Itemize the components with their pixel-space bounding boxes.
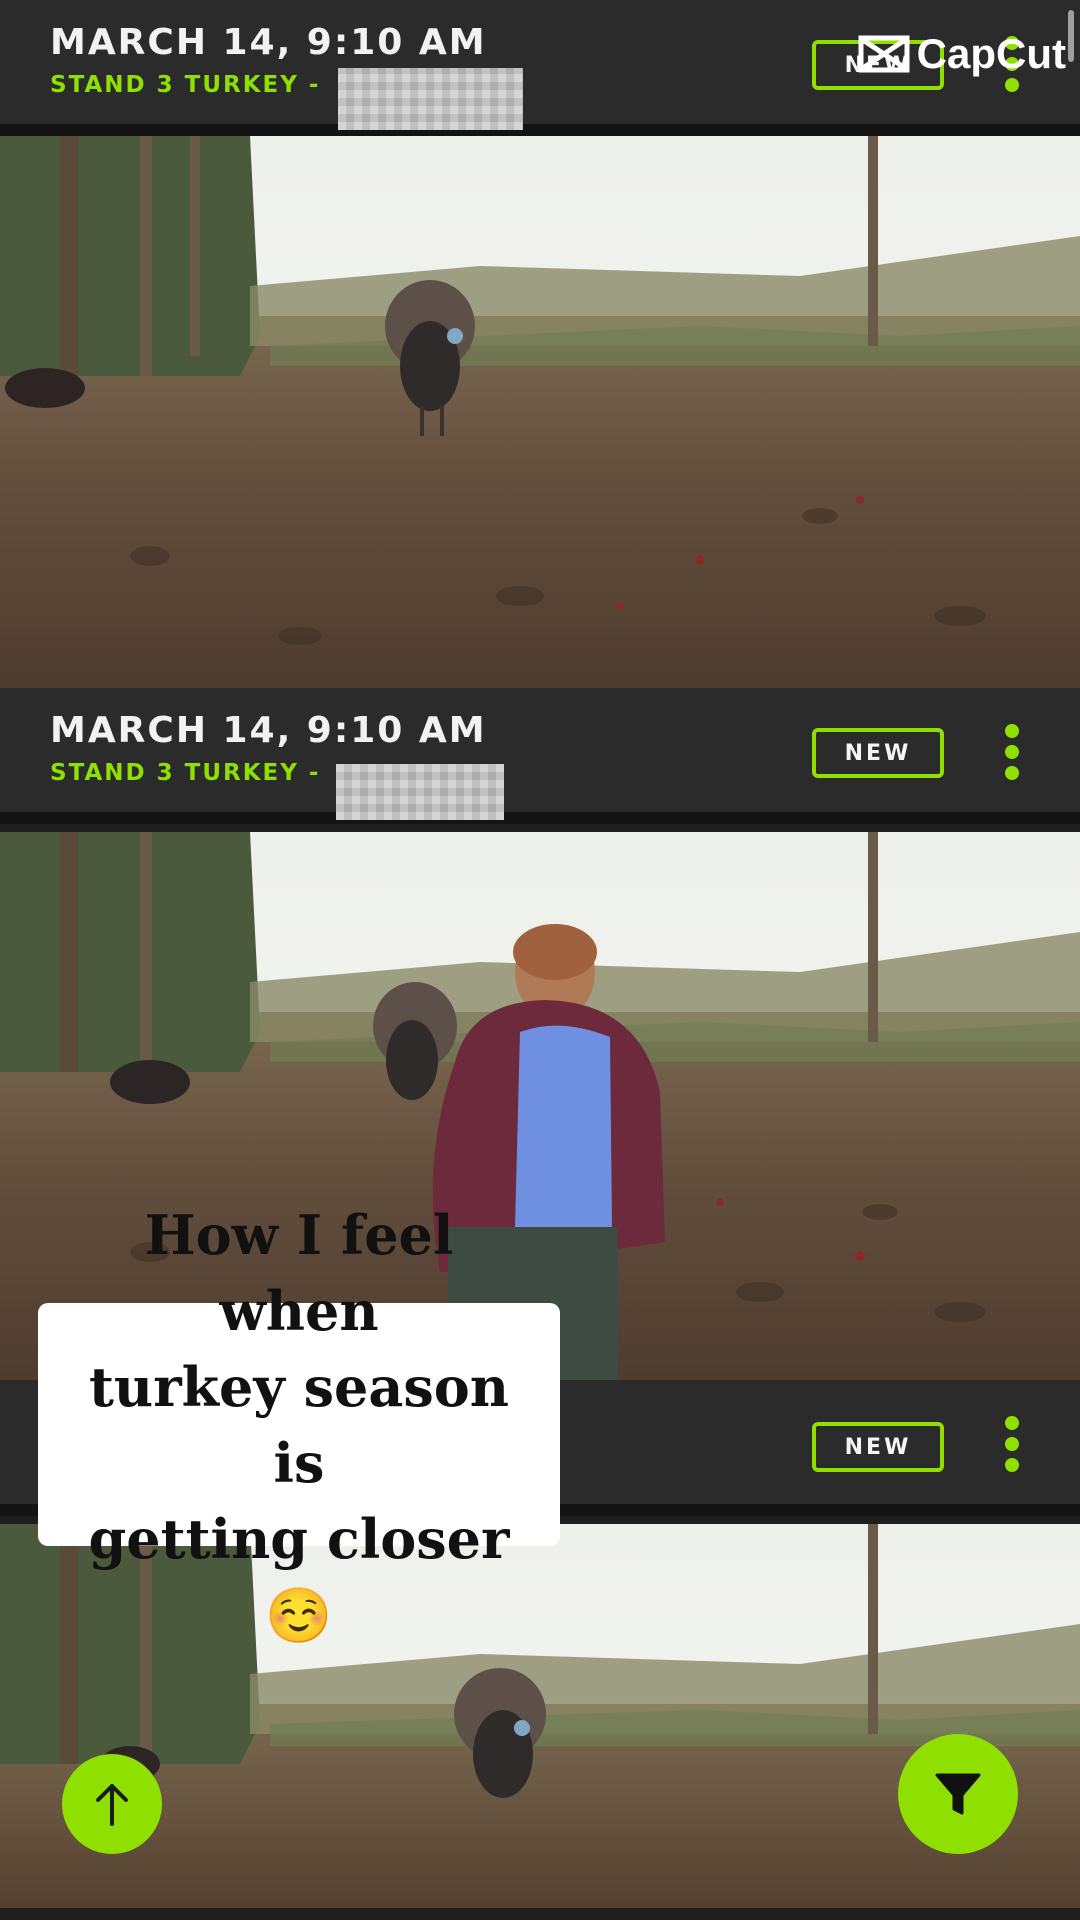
redacted-location (338, 68, 523, 130)
card-date: MARCH 14, 9:10 AM (50, 710, 487, 751)
card-camera-name: STAND 3 TURKEY - (50, 760, 321, 786)
card-date: MARCH 14, 9:10 AM (50, 22, 487, 63)
card-header-2[interactable]: MARCH 14, 9:10 AM STAND 3 TURKEY - NEW (0, 688, 1080, 824)
trail-cam-photo-1[interactable] (0, 136, 1080, 688)
capcut-logo-icon (858, 35, 910, 73)
filter-funnel-icon (935, 1773, 981, 1815)
camera-feed: MARCH 14, 9:10 AM STAND 3 TURKEY - NEW M… (0, 0, 1080, 1920)
kebab-menu-icon[interactable] (1000, 724, 1024, 780)
arrow-up-icon (96, 1784, 128, 1826)
new-badge: NEW (812, 728, 944, 778)
redacted-location (336, 764, 504, 820)
kebab-menu-icon[interactable] (1000, 1416, 1024, 1472)
scroll-to-top-button[interactable] (62, 1754, 162, 1854)
caption-line: turkey season is (88, 1354, 510, 1495)
watermark-text: CapCut (916, 30, 1066, 77)
caption-overlay: How I feel when turkey season is getting… (38, 1203, 560, 1647)
scrollbar-thumb[interactable] (1068, 10, 1074, 62)
card-camera-name: STAND 3 TURKEY - (50, 72, 321, 98)
caption-line: getting closer ☺️ (88, 1506, 510, 1647)
capcut-watermark: CapCut (857, 30, 1066, 78)
caption-line: How I feel when (144, 1202, 454, 1343)
new-badge: NEW (812, 1422, 944, 1472)
filter-button[interactable] (898, 1734, 1018, 1854)
